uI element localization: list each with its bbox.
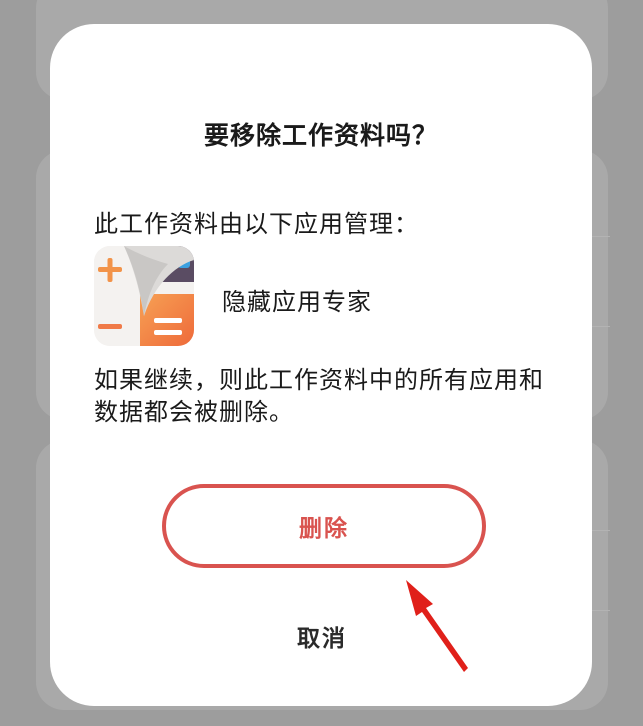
cancel-button[interactable]: 取消 xyxy=(222,614,422,658)
dialog-title: 要移除工作资料吗？ xyxy=(203,121,438,150)
background-divider xyxy=(590,236,610,237)
red-arrow-icon xyxy=(406,580,468,672)
managing-app-name: 隐藏应用专家 xyxy=(222,288,372,316)
calculator-app-icon xyxy=(94,246,194,346)
dialog-subtitle: 此工作资料由以下应用管理： xyxy=(94,210,419,238)
warning-message: 如果继续，则此工作资料中的所有应用和数据都会被删除。 xyxy=(94,366,544,426)
background-divider xyxy=(590,530,610,531)
delete-button[interactable]: 删除 xyxy=(162,484,486,568)
background-divider xyxy=(590,326,610,327)
background-divider xyxy=(590,610,610,611)
managing-app-row: 隐藏应用专家 xyxy=(94,246,554,346)
screen: 要移除工作资料吗？ 此工作资料由以下应用管理： 隐藏应用专家 如果继续，则此工作… xyxy=(0,0,643,726)
remove-work-profile-dialog: 要移除工作资料吗？ 此工作资料由以下应用管理： 隐藏应用专家 如果继续，则此工作… xyxy=(50,24,592,706)
